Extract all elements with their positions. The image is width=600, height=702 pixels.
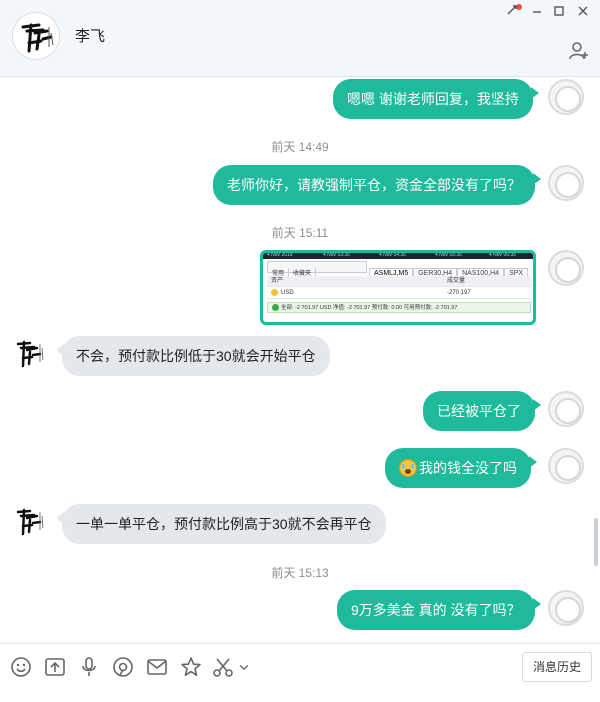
outgoing-message[interactable]: 嗯嗯 谢谢老师回复，我坚持 bbox=[333, 79, 539, 119]
timestamp: 前天 15:13 bbox=[271, 566, 329, 580]
close-icon[interactable] bbox=[574, 4, 592, 22]
my-avatar[interactable] bbox=[548, 250, 584, 286]
maximize-icon[interactable] bbox=[550, 4, 568, 22]
incoming-message[interactable]: 不会，预付款比例低于30就会开始平仓 bbox=[56, 336, 330, 376]
contact-avatar-small[interactable] bbox=[12, 504, 48, 540]
scrollbar[interactable] bbox=[594, 518, 598, 566]
incoming-message[interactable]: 一单一单平仓，预付款比例高于30就不会再平仓 bbox=[56, 504, 386, 544]
contact-avatar-small[interactable] bbox=[12, 336, 48, 372]
check-icon bbox=[272, 304, 279, 312]
chat-window: 李飞 嗯嗯 谢谢老师回复，我坚持 前天 14:49 老师你好，请教强制平仓，资金… bbox=[0, 0, 600, 702]
coin-icon bbox=[271, 288, 278, 296]
image-message[interactable]: 4 Nov 2019 4 Nov 03:35 4 Nov 04:35 4 Nov… bbox=[260, 250, 536, 325]
outgoing-message[interactable]: 我的钱全没了吗 bbox=[385, 448, 537, 488]
input-toolbar: 消息历史 bbox=[0, 643, 600, 702]
screenshot-icon[interactable] bbox=[112, 656, 136, 680]
timestamp: 前天 14:49 bbox=[271, 140, 329, 154]
outgoing-message[interactable]: 老师你好，请教强制平仓，资金全部没有了吗？ bbox=[213, 165, 541, 205]
my-avatar[interactable] bbox=[548, 79, 584, 115]
my-avatar[interactable] bbox=[548, 391, 584, 427]
chat-messages[interactable]: 嗯嗯 谢谢老师回复，我坚持 前天 14:49 老师你好，请教强制平仓，资金全部没… bbox=[0, 78, 600, 643]
emoji-icon[interactable] bbox=[10, 656, 34, 680]
image-top-bar: 4 Nov 2019 4 Nov 03:35 4 Nov 04:35 4 Nov… bbox=[263, 253, 533, 259]
timestamp: 前天 15:11 bbox=[271, 226, 329, 240]
contact-name: 李飞 bbox=[75, 28, 106, 45]
image-table-total: 全部: -2 701.97 USD 净值: -2 701.97 预付款: 0.0… bbox=[267, 302, 531, 313]
image-table-header: 资产 成交量 bbox=[267, 276, 531, 287]
chevron-down-icon[interactable] bbox=[238, 656, 252, 680]
star-icon[interactable] bbox=[180, 656, 204, 680]
scissors-icon[interactable] bbox=[212, 656, 236, 680]
crying-face-icon bbox=[399, 459, 417, 478]
my-avatar[interactable] bbox=[548, 165, 584, 201]
upload-icon[interactable] bbox=[44, 656, 68, 680]
minimize-icon[interactable] bbox=[528, 4, 546, 22]
microphone-icon[interactable] bbox=[78, 656, 102, 680]
outgoing-message[interactable]: 已经被平仓了 bbox=[423, 391, 541, 431]
message-history-button[interactable]: 消息历史 bbox=[522, 652, 592, 682]
outgoing-message[interactable]: 9万多美金 真的 没有了吗？ bbox=[337, 590, 541, 630]
my-avatar[interactable] bbox=[548, 448, 584, 484]
image-chart-tabs: ASMLJ,M5 GER30,H4 NAS100,H4 SPX bbox=[369, 262, 533, 279]
chat-header: 李飞 bbox=[0, 0, 600, 77]
contact-avatar[interactable] bbox=[12, 12, 60, 60]
mail-icon[interactable] bbox=[146, 656, 170, 680]
image-table-row: USD -270 197 bbox=[267, 288, 531, 299]
skin-icon[interactable] bbox=[504, 4, 522, 22]
image-left-tabs: 常用 收藏夹 bbox=[267, 261, 367, 280]
my-avatar[interactable] bbox=[548, 590, 584, 626]
add-user-icon[interactable] bbox=[568, 40, 590, 62]
